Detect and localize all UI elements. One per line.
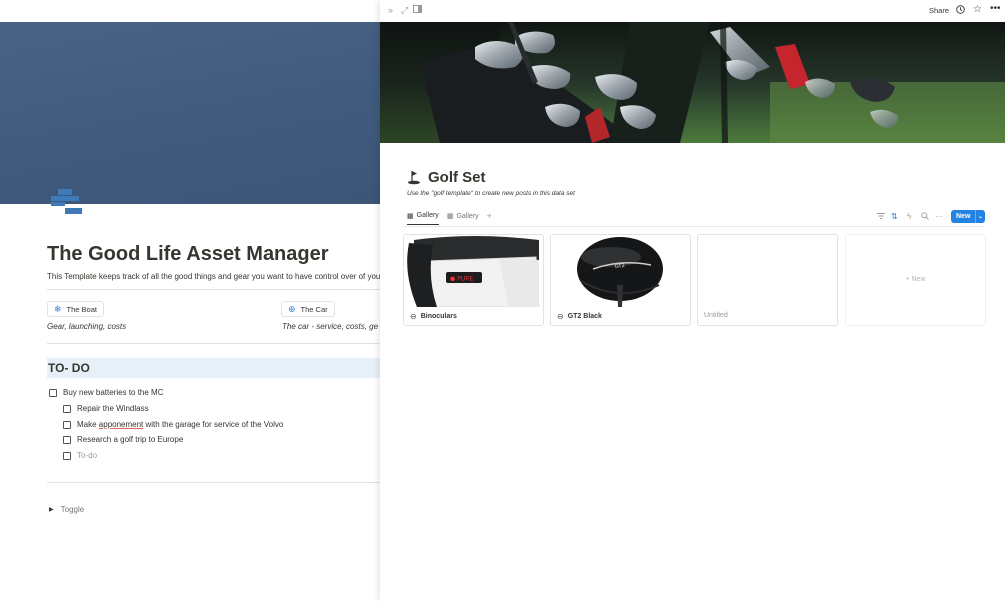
todo-item[interactable]: Research a golf trip to Europe	[63, 435, 183, 444]
side-peek-panel: » ⤢ Share ☆ ••• Golf Set Use the "golf t…	[380, 0, 1005, 601]
gallery-icon: ▦	[446, 213, 454, 220]
sort-icon[interactable]: ⇅	[891, 212, 898, 221]
page-cover[interactable]	[0, 0, 380, 204]
tab-gallery[interactable]: ▦ Gallery	[407, 212, 439, 225]
link-the-boat[interactable]: ❄ The Boat	[47, 301, 104, 317]
link-label: The Boat	[66, 304, 97, 314]
new-card-button[interactable]: + New	[845, 234, 986, 326]
expand-icon[interactable]: ⤢	[401, 5, 408, 16]
todo-text[interactable]: Buy new batteries to the MC	[63, 388, 164, 397]
main-page: The Good Life Asset Manager This Templat…	[0, 0, 380, 601]
todo-text[interactable]: Make apponement with the garage for serv…	[77, 420, 283, 429]
more-icon[interactable]: •••	[990, 3, 1001, 14]
tab-label: Gallery	[456, 212, 479, 220]
todo-placeholder-text[interactable]: To-do	[77, 451, 97, 460]
card-title-row: ⊖ Binoculars	[410, 312, 457, 321]
card-cover-driver: GT2	[551, 235, 690, 307]
tab-label: Gallery	[416, 212, 439, 219]
gallery-card[interactable]: ● PURE ⊖ Binoculars	[403, 234, 544, 326]
side-panel-icon[interactable]	[413, 5, 422, 15]
globe-icon: ⊖	[410, 312, 417, 321]
svg-text:GT2: GT2	[615, 263, 626, 270]
tabs-divider	[402, 226, 985, 227]
share-button[interactable]: Share	[929, 6, 949, 15]
clock-icon[interactable]	[956, 5, 965, 16]
divider	[47, 289, 380, 290]
page-title[interactable]: The Good Life Asset Manager	[47, 243, 329, 266]
globe-icon: ⊖	[557, 312, 564, 321]
panel-topbar: » ⤢ Share ☆ •••	[380, 0, 1005, 22]
page-icon[interactable]	[51, 189, 83, 217]
database-title[interactable]: Golf Set	[428, 169, 486, 186]
star-icon[interactable]: ☆	[973, 4, 982, 15]
todo-checkbox[interactable]	[63, 451, 71, 460]
gallery-card[interactable]: Untitled	[697, 234, 838, 326]
left-topbar	[0, 0, 380, 22]
card-title-row: Untitled	[704, 312, 728, 319]
link-label: The Car	[300, 304, 328, 314]
todo-text[interactable]: Research a golf trip to Europe	[77, 435, 183, 444]
tab-gallery-2[interactable]: ▦ Gallery	[447, 212, 479, 224]
link-subtitle: Gear, launching, costs	[47, 322, 127, 331]
todo-heading[interactable]: TO- DO	[47, 358, 380, 378]
todo-item[interactable]: Make apponement with the garage for serv…	[63, 420, 283, 429]
todo-item[interactable]: Repair the Windlass	[63, 404, 149, 413]
cover-image[interactable]	[380, 22, 1005, 143]
card-title[interactable]: Untitled	[704, 312, 728, 319]
lightning-icon[interactable]: ϟ	[907, 212, 911, 221]
card-cover-rangefinder: ● PURE	[404, 235, 543, 307]
link-the-car[interactable]: ⊕ The Car	[281, 301, 335, 317]
todo-item[interactable]: Buy new batteries to the MC	[49, 388, 164, 397]
page-description[interactable]: This Template keeps track of all the goo…	[47, 272, 380, 281]
todo-checkbox[interactable]	[63, 404, 71, 413]
todo-text[interactable]: Repair the Windlass	[77, 404, 149, 413]
more-options-icon[interactable]: ···	[935, 212, 943, 221]
toggle-block[interactable]: ▶ Toggle	[49, 505, 84, 514]
todo-checkbox[interactable]	[63, 435, 71, 444]
snowflake-icon: ❄	[54, 303, 62, 314]
chevron-down-icon[interactable]: ⌄	[975, 210, 985, 223]
link-subtitle: The car - service, costs, ge	[282, 322, 379, 331]
double-chevron-right-icon[interactable]: »	[388, 5, 393, 15]
gallery-icon: ▦	[407, 212, 414, 220]
search-icon[interactable]	[921, 212, 929, 222]
toggle-label[interactable]: Toggle	[61, 505, 85, 514]
new-button[interactable]: New ⌄	[951, 210, 985, 223]
filter-icon[interactable]	[877, 212, 885, 222]
globe-icon: ⊕	[288, 303, 296, 314]
todo-checkbox[interactable]	[63, 420, 71, 429]
gallery-card[interactable]: GT2 ⊖ GT2 Black	[550, 234, 691, 326]
triangle-right-icon[interactable]: ▶	[49, 506, 54, 513]
divider	[47, 482, 380, 483]
new-button-label: New	[956, 213, 971, 220]
svg-text:● PURE: ● PURE	[450, 276, 473, 283]
divider	[47, 343, 380, 344]
todo-checkbox[interactable]	[49, 388, 57, 397]
todo-item-placeholder[interactable]: To-do	[63, 451, 97, 460]
add-view-icon[interactable]: +	[487, 211, 492, 225]
golf-icon[interactable]	[407, 170, 422, 188]
new-card-label[interactable]: + New	[846, 276, 985, 283]
card-title[interactable]: Binoculars	[421, 313, 457, 320]
database-description[interactable]: Use the "golf template" to create new po…	[407, 190, 575, 197]
card-title-row: ⊖ GT2 Black	[557, 312, 602, 321]
card-title[interactable]: GT2 Black	[568, 313, 602, 320]
view-tabs: ▦ Gallery ▦ Gallery +	[407, 211, 492, 225]
